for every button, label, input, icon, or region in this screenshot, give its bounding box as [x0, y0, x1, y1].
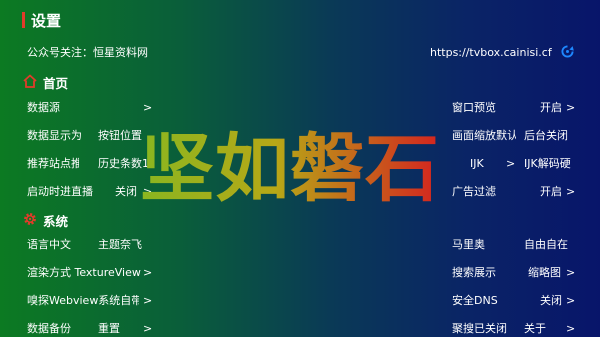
- setting-right-2-label[interactable]: IJK: [470, 157, 510, 171]
- setting-left-3-value[interactable]: 关闭: [115, 185, 137, 199]
- setting-right-7-arrow: >: [566, 322, 576, 335]
- section-home-title: 首页: [43, 76, 69, 91]
- setting-right-2-arrow: >: [506, 157, 516, 170]
- setting-left-2-label[interactable]: 推荐站点推: [27, 157, 79, 171]
- title-accent-bar: [22, 12, 25, 28]
- setting-left-3-label[interactable]: 启动时进直播: [27, 185, 99, 199]
- setting-right-3-label[interactable]: 广告过滤: [452, 185, 522, 199]
- setting-right-3-value[interactable]: 开启: [540, 185, 562, 199]
- setting-right-1-value[interactable]: 后台关闭: [524, 129, 574, 143]
- setting-right-5-value[interactable]: 缩略图: [528, 266, 568, 280]
- setting-right-7-label[interactable]: 聚搜已关闭: [452, 322, 507, 336]
- setting-left-5-label[interactable]: 渲染方式 TextureView: [27, 266, 142, 280]
- setting-left-6-arrow: >: [143, 294, 153, 307]
- setting-right-6-arrow: >: [566, 294, 576, 307]
- setting-left-4-label[interactable]: 语言中文: [27, 238, 87, 252]
- setting-right-4-value[interactable]: 自由自在: [524, 238, 584, 252]
- setting-left-7-value[interactable]: 重置: [98, 322, 120, 336]
- setting-left-0-arrow: >: [143, 101, 153, 114]
- setting-left-0-label[interactable]: 数据源: [27, 101, 99, 115]
- setting-left-6-label[interactable]: 嗅探Webview系统自带: [27, 294, 139, 308]
- setting-right-2-value[interactable]: IJK解码硬: [524, 157, 600, 171]
- setting-right-6-label[interactable]: 安全DNS: [452, 294, 522, 308]
- setting-right-7-value[interactable]: 关于: [524, 322, 546, 336]
- setting-left-4-value[interactable]: 主题奈飞: [98, 238, 158, 252]
- setting-right-5-arrow: >: [566, 266, 576, 279]
- home-icon: [23, 74, 37, 88]
- setting-right-0-label[interactable]: 窗口预览: [452, 101, 522, 115]
- page-title: 设置: [31, 12, 62, 30]
- setting-right-4-label[interactable]: 马里奥: [452, 238, 522, 252]
- setting-right-6-value[interactable]: 关闭: [540, 294, 562, 308]
- setting-left-1-value[interactable]: 按钮位置: [98, 129, 146, 143]
- setting-left-5-arrow: >: [143, 266, 153, 279]
- setting-right-5-label[interactable]: 搜索展示: [452, 266, 522, 280]
- api-url[interactable]: https://tvbox.cainisi.cf: [430, 46, 552, 60]
- setting-right-0-arrow: >: [566, 101, 576, 114]
- setting-left-7-label[interactable]: 数据备份: [27, 322, 87, 336]
- section-system-title: 系统: [43, 214, 69, 229]
- setting-right-3-arrow: >: [566, 185, 576, 198]
- notice-label: 公众号关注：恒星资料网: [27, 46, 148, 59]
- refresh-icon[interactable]: [561, 45, 574, 58]
- setting-left-7-arrow: >: [143, 322, 153, 335]
- gear-icon: [24, 213, 36, 225]
- setting-left-1-label[interactable]: 数据显示为: [27, 129, 92, 143]
- watermark-overlay: 坚如磐石: [140, 126, 440, 212]
- setting-right-1-label[interactable]: 画面缩放默认: [452, 129, 516, 143]
- setting-right-0-value[interactable]: 开启: [540, 101, 562, 115]
